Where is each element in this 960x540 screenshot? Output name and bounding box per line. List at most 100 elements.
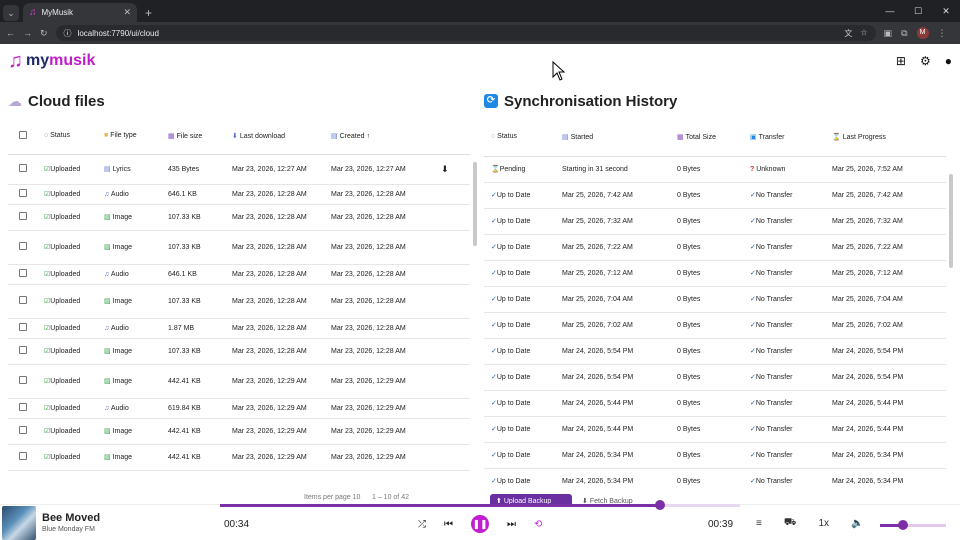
row-status: Uploaded — [50, 454, 81, 461]
tab-search-button[interactable]: ⌄ — [3, 4, 19, 21]
table-row[interactable]: ☑Uploaded ▨ Image 107.33 KB Mar 23, 2026, 1… — [8, 338, 470, 364]
column-header[interactable]: Last Progress — [843, 134, 886, 141]
profile-avatar[interactable]: M — [916, 27, 929, 39]
row-checkbox[interactable] — [19, 189, 27, 197]
previous-icon[interactable]: ⏮ — [444, 519, 453, 530]
table-row[interactable]: ✓Up to Date Mar 25, 2026, 7:12 AM 0 Bytes ✓… — [484, 260, 946, 286]
sync-last-progress: Mar 24, 2026, 5:34 PM — [832, 477, 904, 485]
sync-last-progress: Mar 25, 2026, 7:12 AM — [832, 269, 903, 277]
table-row[interactable]: ☑Uploaded ▤ Lyrics 435 Bytes Mar 23, 2026, … — [8, 154, 470, 184]
table-row[interactable]: ☑Uploaded ▨ Image 442.41 KB Mar 23, 2026, 1… — [8, 444, 470, 470]
queue-icon[interactable]: ≡ — [756, 518, 762, 529]
volume-slider[interactable] — [880, 520, 946, 530]
column-header[interactable]: File size — [177, 133, 203, 140]
table-row[interactable]: ✓Up to Date Mar 25, 2026, 7:22 AM 0 Bytes ✓… — [484, 234, 946, 260]
playback-speed[interactable]: 1x — [818, 518, 829, 529]
repeat-icon[interactable]: ⟲ — [534, 519, 542, 530]
song-title[interactable]: Bee Moved — [42, 512, 212, 524]
table-row[interactable]: ✓Up to Date Mar 24, 2026, 5:44 PM 0 Bytes ✓… — [484, 416, 946, 442]
column-header[interactable]: Status — [497, 133, 517, 140]
download-icon[interactable]: ⬇ — [441, 164, 449, 174]
close-icon[interactable]: ✕ — [123, 7, 131, 18]
progress-knob[interactable] — [654, 500, 665, 510]
table-row[interactable]: ✓Up to Date Mar 25, 2026, 7:02 AM 0 Bytes ✓… — [484, 312, 946, 338]
sync-started: Mar 24, 2026, 5:44 PM — [562, 425, 634, 433]
table-row[interactable]: ✓Up to Date Mar 24, 2026, 5:34 PM 0 Bytes ✓… — [484, 468, 946, 488]
browser-tab[interactable]: ♫ MyMusik ✕ — [23, 3, 137, 22]
column-header[interactable]: Transfer — [759, 134, 785, 141]
back-icon[interactable]: ← — [6, 28, 15, 38]
minimize-icon[interactable]: — — [876, 6, 904, 17]
row-status: Uploaded — [50, 191, 81, 198]
extension-icon[interactable]: ▣ — [884, 28, 893, 39]
translate-icon[interactable]: 文 — [844, 28, 852, 39]
row-checkbox[interactable] — [19, 346, 27, 354]
scrollbar[interactable] — [949, 174, 953, 268]
row-checkbox[interactable] — [19, 212, 27, 220]
shuffle-icon[interactable]: ⤮ — [418, 519, 426, 530]
new-tab-button[interactable]: + — [145, 6, 152, 20]
table-row[interactable]: ☑Uploaded ♫ Audio 646.1 KB Mar 23, 2026, 12… — [8, 264, 470, 284]
column-header[interactable]: File type — [110, 132, 136, 139]
table-row[interactable]: ☑Uploaded ▨ Image 107.33 KB Mar 23, 2026, 1… — [8, 230, 470, 264]
table-row[interactable]: ⌛Pending Starting in 31 second 0 Bytes? Un… — [484, 156, 946, 182]
row-checkbox[interactable] — [19, 376, 27, 384]
site-info-icon[interactable]: ⓘ — [64, 28, 72, 39]
table-row[interactable]: ✓Up to Date Mar 25, 2026, 7:32 AM 0 Bytes ✓… — [484, 208, 946, 234]
row-type: Image — [112, 298, 133, 305]
add-library-icon[interactable]: ⊞ — [896, 54, 906, 68]
table-row[interactable]: ☑Uploaded ▨ Image 442.41 KB Mar 23, 2026, 1… — [8, 364, 470, 398]
column-header[interactable]: Status — [50, 132, 70, 139]
items-per-page[interactable]: Items per page 10 — [304, 494, 360, 501]
row-checkbox[interactable] — [19, 426, 27, 434]
row-checkbox[interactable] — [19, 242, 27, 250]
table-row[interactable]: ✓Up to Date Mar 24, 2026, 5:54 PM 0 Bytes ✓… — [484, 338, 946, 364]
row-checkbox[interactable] — [19, 323, 27, 331]
app-logo[interactable]: ♫ my musik — [8, 50, 95, 73]
table-row[interactable]: ☑Uploaded ▨ Image 107.33 KB Mar 23, 2026, 1… — [8, 204, 470, 230]
scrollbar[interactable] — [473, 162, 477, 246]
pause-button[interactable]: ❚❚ — [471, 515, 489, 533]
car-icon[interactable]: ⛟ — [784, 517, 797, 530]
table-row[interactable]: ✓Up to Date Mar 24, 2026, 5:44 PM 0 Bytes ✓… — [484, 390, 946, 416]
table-row[interactable]: ☑Uploaded ♫ Audio 619.84 KB Mar 23, 2026, 1… — [8, 398, 470, 418]
puzzle-icon[interactable]: ⧉ — [901, 28, 907, 39]
star-icon[interactable]: ☆ — [860, 28, 867, 39]
column-header[interactable]: Created — [340, 133, 365, 140]
row-checkbox[interactable] — [19, 403, 27, 411]
sync-started: Mar 24, 2026, 5:44 PM — [562, 399, 634, 407]
next-icon[interactable]: ⏭ — [507, 519, 516, 530]
album-cover[interactable] — [2, 505, 36, 540]
window-close-icon[interactable]: ✕ — [932, 6, 960, 17]
maximize-icon[interactable]: ☐ — [904, 6, 932, 17]
row-checkbox[interactable] — [19, 269, 27, 277]
column-header[interactable]: Started — [571, 134, 594, 141]
row-checkbox[interactable] — [19, 452, 27, 460]
account-icon[interactable]: ● — [945, 54, 952, 68]
image-icon: ▨ — [104, 244, 111, 251]
address-bar[interactable]: ⓘ localhost:7790/ui/cloud 文 ☆ — [55, 25, 876, 41]
select-all-checkbox[interactable] — [19, 130, 27, 139]
progress-fill — [220, 504, 660, 507]
volume-knob[interactable] — [898, 520, 909, 530]
table-row[interactable]: ✓Up to Date Mar 25, 2026, 7:42 AM 0 Bytes ✓… — [484, 182, 946, 208]
table-row[interactable]: ☑Uploaded ♫ Audio 646.1 KB Mar 23, 2026, 12… — [8, 184, 470, 204]
sort-ascending-icon[interactable]: ↑ — [366, 133, 370, 140]
menu-icon[interactable]: ⋮ — [938, 28, 947, 39]
column-header[interactable]: Total Size — [686, 134, 716, 141]
forward-icon[interactable]: → — [23, 28, 32, 38]
row-checkbox[interactable] — [19, 296, 27, 304]
song-artist[interactable]: Blue Monday FM — [42, 526, 212, 533]
table-row[interactable]: ☑Uploaded ▨ Image 442.41 KB Mar 23, 2026, 1… — [8, 418, 470, 444]
table-row[interactable]: ✓Up to Date Mar 25, 2026, 7:04 AM 0 Bytes ✓… — [484, 286, 946, 312]
volume-icon[interactable]: 🔈 — [851, 518, 863, 529]
row-checkbox[interactable] — [19, 164, 27, 172]
progress-bar[interactable] — [220, 500, 740, 510]
table-row[interactable]: ☑Uploaded ♫ Audio 1.87 MB Mar 23, 2026, 12:… — [8, 318, 470, 338]
table-row[interactable]: ✓Up to Date Mar 24, 2026, 5:34 PM 0 Bytes ✓… — [484, 442, 946, 468]
gear-icon[interactable]: ⚙ — [920, 54, 931, 68]
reload-icon[interactable]: ↻ — [40, 28, 48, 39]
table-row[interactable]: ☑Uploaded ▨ Image 107.33 KB Mar 23, 2026, 1… — [8, 284, 470, 318]
column-header[interactable]: Last download — [240, 133, 285, 140]
table-row[interactable]: ✓Up to Date Mar 24, 2026, 5:54 PM 0 Bytes ✓… — [484, 364, 946, 390]
